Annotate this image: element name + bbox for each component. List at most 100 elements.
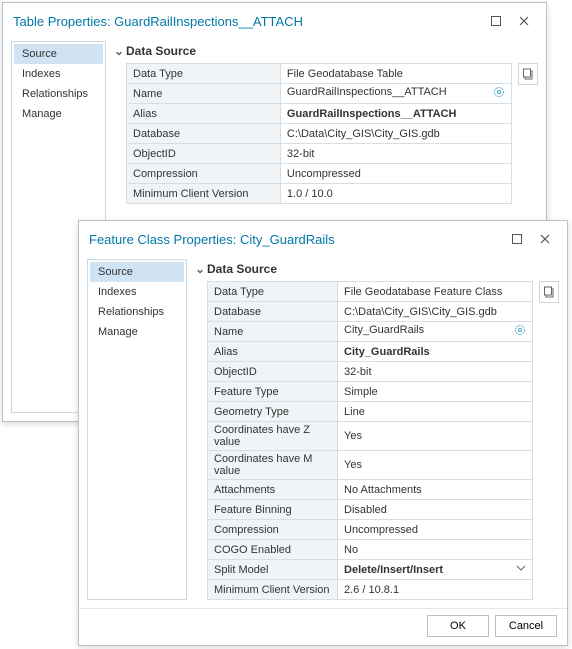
property-value: Disabled	[338, 500, 533, 520]
property-value: 32-bit	[338, 362, 533, 382]
sidebar-item-label: Source	[98, 266, 133, 278]
title-bar: Table Properties: GuardRailInspections__…	[3, 3, 546, 37]
section-title: Data Source	[126, 44, 196, 58]
property-value: File Geodatabase Table	[280, 64, 511, 84]
maximize-icon	[512, 234, 522, 244]
close-button[interactable]	[510, 10, 538, 32]
property-value: C:\Data\City_GIS\City_GIS.gdb	[280, 124, 511, 144]
gear-icon	[514, 324, 526, 339]
sidebar-item-manage[interactable]: Manage	[14, 104, 103, 124]
property-key: Alias	[208, 342, 338, 362]
property-key: Geometry Type	[208, 402, 338, 422]
property-key: Database	[127, 124, 281, 144]
main-panel: ⌄ Data Source Data TypeFile Geodatabase …	[195, 259, 559, 600]
sidebar-item-indexes[interactable]: Indexes	[90, 282, 184, 302]
table-row: CompressionUncompressed	[208, 520, 533, 540]
property-key: ObjectID	[127, 144, 281, 164]
feature-class-properties-dialog: Feature Class Properties: City_GuardRail…	[78, 220, 568, 646]
property-key: Compression	[127, 164, 281, 184]
table-row: NameCity_GuardRails	[208, 322, 533, 342]
maximize-button[interactable]	[482, 10, 510, 32]
table-row: Feature TypeSimple	[208, 382, 533, 402]
property-key: Database	[208, 302, 338, 322]
property-value: City_GuardRails	[338, 322, 533, 342]
table-row: Feature BinningDisabled	[208, 500, 533, 520]
property-value: Yes	[338, 422, 533, 451]
table-row: NameGuardRailInspections__ATTACH	[127, 84, 512, 104]
table-row: Minimum Client Version1.0 / 10.0	[127, 184, 512, 204]
table-row: Coordinates have Z valueYes	[208, 422, 533, 451]
property-key: COGO Enabled	[208, 540, 338, 560]
table-row: AliasGuardRailInspections__ATTACH	[127, 104, 512, 124]
dialog-footer: OK Cancel	[79, 608, 567, 645]
copy-button[interactable]	[518, 63, 538, 85]
gear-icon	[493, 86, 505, 101]
property-value: Simple	[338, 382, 533, 402]
chevron-down-icon: ⌄	[114, 44, 126, 58]
property-value: Uncompressed	[338, 520, 533, 540]
close-button[interactable]	[531, 228, 559, 250]
property-value: 32-bit	[280, 144, 511, 164]
property-key: Data Type	[208, 282, 338, 302]
property-key: Minimum Client Version	[127, 184, 281, 204]
property-value: Yes	[338, 451, 533, 480]
sidebar-item-indexes[interactable]: Indexes	[14, 64, 103, 84]
chevron-down-icon: ⌄	[195, 262, 207, 276]
property-value: GuardRailInspections__ATTACH	[280, 84, 511, 104]
sidebar-item-source[interactable]: Source	[14, 44, 103, 64]
table-row: Coordinates have M valueYes	[208, 451, 533, 480]
table-row: Data TypeFile Geodatabase Feature Class	[208, 282, 533, 302]
close-icon	[519, 16, 529, 26]
property-value: GuardRailInspections__ATTACH	[280, 104, 511, 124]
table-row: ObjectID32-bit	[208, 362, 533, 382]
sidebar-item-relationships[interactable]: Relationships	[14, 84, 103, 104]
property-key: Coordinates have M value	[208, 451, 338, 480]
table-row: CompressionUncompressed	[127, 164, 512, 184]
button-label: Cancel	[509, 620, 543, 632]
sidebar-item-label: Manage	[98, 326, 138, 338]
property-value: City_GuardRails	[338, 342, 533, 362]
maximize-button[interactable]	[503, 228, 531, 250]
table-row: Minimum Client Version2.6 / 10.8.1	[208, 580, 533, 600]
dialog-title: Table Properties: GuardRailInspections__…	[13, 14, 482, 29]
property-key: Coordinates have Z value	[208, 422, 338, 451]
property-value: Line	[338, 402, 533, 422]
property-value: No	[338, 540, 533, 560]
table-row: Data TypeFile Geodatabase Table	[127, 64, 512, 84]
property-key: Feature Type	[208, 382, 338, 402]
sidebar-item-manage[interactable]: Manage	[90, 322, 184, 342]
table-row: COGO EnabledNo	[208, 540, 533, 560]
sidebar-item-label: Manage	[22, 108, 62, 120]
copy-icon	[543, 286, 555, 298]
dialog-title: Feature Class Properties: City_GuardRail…	[89, 232, 503, 247]
split-model-select[interactable]: Delete/Insert/Insert	[338, 560, 533, 580]
property-value: C:\Data\City_GIS\City_GIS.gdb	[338, 302, 533, 322]
property-value: 1.0 / 10.0	[280, 184, 511, 204]
property-key: Attachments	[208, 480, 338, 500]
section-data-source[interactable]: ⌄ Data Source	[114, 41, 538, 61]
data-source-table: Data TypeFile Geodatabase TableNameGuard…	[126, 63, 512, 204]
table-row: AliasCity_GuardRails	[208, 342, 533, 362]
property-value: No Attachments	[338, 480, 533, 500]
select-value: Delete/Insert/Insert	[344, 564, 443, 576]
sidebar-item-label: Relationships	[22, 88, 88, 100]
property-key: ObjectID	[208, 362, 338, 382]
copy-button[interactable]	[539, 281, 559, 303]
ok-button[interactable]: OK	[427, 615, 489, 637]
maximize-icon	[491, 16, 501, 26]
cancel-button[interactable]: Cancel	[495, 615, 557, 637]
data-source-table: Data TypeFile Geodatabase Feature ClassD…	[207, 281, 533, 600]
sidebar: Source Indexes Relationships Manage	[87, 259, 187, 600]
sidebar-item-label: Relationships	[98, 306, 164, 318]
sidebar-item-label: Source	[22, 48, 57, 60]
table-row: ObjectID32-bit	[127, 144, 512, 164]
sidebar-item-source[interactable]: Source	[90, 262, 184, 282]
close-icon	[540, 234, 550, 244]
table-row: AttachmentsNo Attachments	[208, 480, 533, 500]
sidebar-item-relationships[interactable]: Relationships	[90, 302, 184, 322]
property-value: 2.6 / 10.8.1	[338, 580, 533, 600]
button-label: OK	[450, 620, 466, 632]
property-value: File Geodatabase Feature Class	[338, 282, 533, 302]
section-title: Data Source	[207, 262, 277, 276]
section-data-source[interactable]: ⌄ Data Source	[195, 259, 559, 279]
